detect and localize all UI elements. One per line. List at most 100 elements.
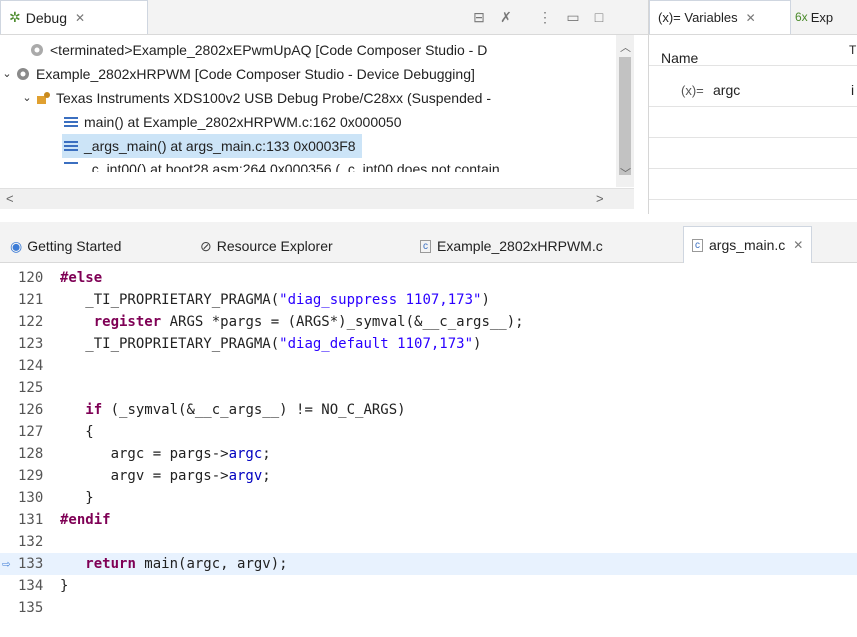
- chevron-left-icon[interactable]: <: [6, 191, 14, 206]
- scroll-thumb[interactable]: [619, 57, 631, 175]
- close-icon[interactable]: ✕: [746, 11, 756, 25]
- stack-frame-icon: [62, 113, 80, 131]
- code-text: {: [60, 424, 94, 440]
- code-line[interactable]: 132: [0, 531, 857, 553]
- code-line[interactable]: 134}: [0, 575, 857, 597]
- tree-label: main() at Example_2802xHRPWM.c:162 0x000…: [84, 114, 402, 130]
- tab-expressions[interactable]: 6x Exp: [795, 0, 833, 34]
- line-number: 123: [18, 336, 44, 352]
- c-file-icon: c: [692, 238, 703, 252]
- close-icon[interactable]: ✕: [793, 238, 803, 252]
- tab-variables-label: (x)= Variables: [658, 10, 738, 25]
- code-line[interactable]: 128 argc = pargs->argc;: [0, 443, 857, 465]
- code-text: #else: [60, 270, 103, 286]
- code-text: }: [60, 490, 94, 506]
- collapse-all-icon[interactable]: ⊟: [470, 8, 488, 26]
- variables-view: (x)= Variables ✕ 6x Exp Name T (x)= argc…: [649, 0, 857, 214]
- tree-item-terminated[interactable]: <terminated>Example_2802xEPwmUpAQ [Code …: [14, 38, 487, 62]
- variable-name: argc: [713, 82, 741, 98]
- code-text: return main(argc, argv);: [85, 556, 288, 572]
- debug-tabbar: ✲ Debug ✕ ⊟ ✗ ⋮ ▭ □: [0, 0, 648, 35]
- code-line[interactable]: 124: [0, 355, 857, 377]
- tab-debug[interactable]: ✲ Debug ✕: [0, 0, 148, 34]
- tab-args-main[interactable]: c args_main.c ✕: [683, 226, 813, 263]
- code-line[interactable]: 120 #else: [0, 267, 857, 289]
- tree-item-frame[interactable]: main() at Example_2802xHRPWM.c:162 0x000…: [62, 110, 402, 134]
- tree-item-launch[interactable]: ⌄ Example_2802xHRPWM [Code Composer Stud…: [0, 62, 475, 86]
- horizontal-scrollbar[interactable]: < >: [0, 188, 634, 209]
- chevron-down-icon[interactable]: ﹀: [620, 165, 631, 181]
- vertical-scrollbar[interactable]: ︿ ﹀: [616, 35, 634, 187]
- col-type: T: [849, 43, 857, 57]
- chevron-down-icon[interactable]: ⌄: [20, 86, 34, 110]
- code-text: _TI_PROPRIETARY_PRAGMA("diag_default 110…: [60, 336, 482, 352]
- tab-resource-explorer[interactable]: ⊘ Resource Explorer: [200, 230, 333, 262]
- chevron-up-icon[interactable]: ︿: [620, 39, 631, 55]
- stack-frame-icon: [62, 137, 80, 155]
- tree-label: Texas Instruments XDS100v2 USB Debug Pro…: [56, 90, 492, 106]
- code-area[interactable]: 120 #else 121 _TI_PROPRIETARY_PRAGMA("diag…: [0, 263, 857, 637]
- code-text: register ARGS *pargs = (ARGS*)_symval(&_…: [93, 314, 524, 330]
- remove-terminated-icon[interactable]: ✗: [497, 8, 515, 26]
- tree-item-probe[interactable]: ⌄ Texas Instruments XDS100v2 USB Debug P…: [20, 86, 491, 110]
- variables-tabbar: (x)= Variables ✕ 6x Exp: [649, 0, 857, 35]
- line-number: 125: [18, 380, 44, 396]
- debug-tree: <terminated>Example_2802xEPwmUpAQ [Code …: [0, 35, 616, 187]
- tree-item-frame[interactable]: _c_int00() at boot28.asm:264 0x000356 (_…: [62, 158, 500, 172]
- line-number: 134: [18, 578, 44, 594]
- maximize-icon[interactable]: □: [590, 8, 608, 26]
- code-line[interactable]: 123 _TI_PROPRIETARY_PRAGMA("diag_default…: [0, 333, 857, 355]
- chevron-down-icon[interactable]: ⌄: [0, 62, 14, 86]
- stack-frame-icon: [62, 158, 80, 172]
- tree-item-frame-selected[interactable]: _args_main() at args_main.c:133 0x0003F8: [62, 134, 362, 158]
- line-number: 120: [18, 270, 44, 286]
- compass-icon: ⊘: [200, 237, 212, 254]
- launch-icon: [14, 65, 32, 83]
- code-line[interactable]: 121 _TI_PROPRIETARY_PRAGMA("diag_suppres…: [0, 289, 857, 311]
- minimize-icon[interactable]: ▭: [564, 8, 582, 26]
- thread-icon: [34, 89, 52, 107]
- tab-label: Resource Explorer: [216, 238, 333, 254]
- instruction-pointer-icon: ⇨: [2, 556, 11, 572]
- col-name: Name: [661, 50, 699, 66]
- table-row-empty: [649, 169, 857, 200]
- tree-label: Example_2802xHRPWM [Code Composer Studio…: [36, 66, 475, 82]
- line-number: 128: [18, 446, 44, 462]
- code-line-current[interactable]: ⇨ 133 return main(argc, argv);: [0, 553, 857, 575]
- code-text: #endif: [60, 512, 111, 528]
- code-line[interactable]: 126 if (_symval(&__c_args__) != NO_C_ARG…: [0, 399, 857, 421]
- chevron-right-icon[interactable]: >: [596, 191, 604, 206]
- table-row[interactable]: (x)= argc i: [649, 76, 857, 107]
- close-icon[interactable]: ✕: [75, 11, 85, 25]
- code-line[interactable]: 125: [0, 377, 857, 399]
- launch-icon: [28, 41, 46, 59]
- code-text: if (_symval(&__c_args__) != NO_C_ARGS): [85, 402, 406, 418]
- line-number: 135: [18, 600, 44, 616]
- c-file-icon: c: [420, 239, 431, 253]
- view-menu-icon[interactable]: ⋮: [536, 8, 554, 26]
- line-number: 124: [18, 358, 44, 374]
- variable-icon: (x)=: [681, 83, 704, 98]
- code-text: }: [60, 578, 69, 594]
- tab-getting-started[interactable]: ◉ Getting Started: [10, 230, 121, 262]
- tree-label: _args_main() at args_main.c:133 0x0003F8: [84, 138, 356, 154]
- line-number: 130: [18, 490, 44, 506]
- variable-type: i: [851, 82, 855, 98]
- code-text: argv = pargs->argv;: [60, 468, 271, 484]
- tab-example-file[interactable]: c Example_2802xHRPWM.c: [420, 230, 603, 262]
- table-row-empty: [649, 107, 857, 138]
- tab-expressions-label: Exp: [810, 9, 834, 25]
- bug-icon: ✲: [9, 9, 21, 25]
- code-line[interactable]: 135: [0, 597, 857, 619]
- tab-variables[interactable]: (x)= Variables ✕: [649, 0, 791, 34]
- code-line[interactable]: 127 {: [0, 421, 857, 443]
- line-number: 132: [18, 534, 44, 550]
- line-number: 129: [18, 468, 44, 484]
- code-line[interactable]: 131 #endif: [0, 509, 857, 531]
- line-number: 121: [18, 292, 44, 308]
- tree-label: <terminated>Example_2802xEPwmUpAQ [Code …: [50, 42, 488, 58]
- tab-label: Example_2802xHRPWM.c: [437, 238, 603, 254]
- code-line[interactable]: 122 register ARGS *pargs = (ARGS*)_symva…: [0, 311, 857, 333]
- code-line[interactable]: 129 argv = pargs->argv;: [0, 465, 857, 487]
- code-line[interactable]: 130 }: [0, 487, 857, 509]
